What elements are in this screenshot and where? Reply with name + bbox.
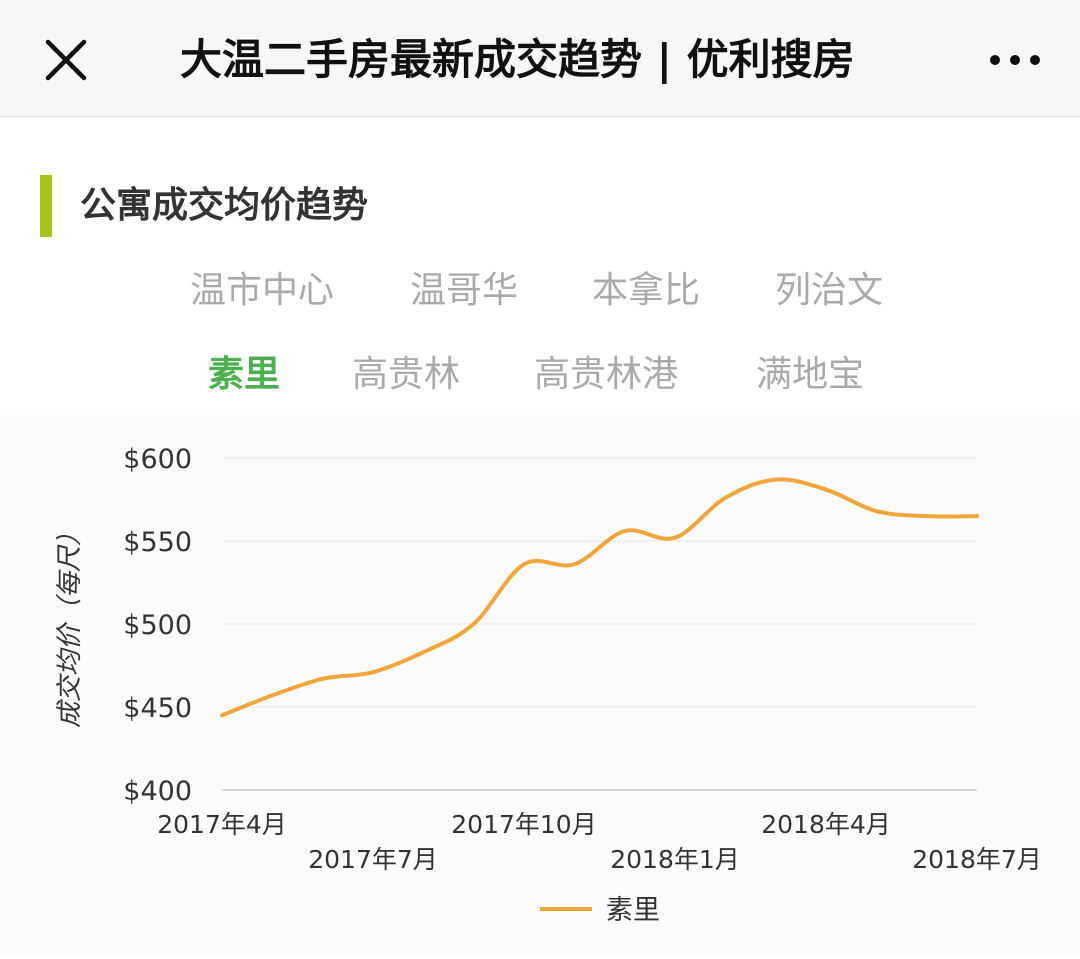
top-navigation-bar: 大温二手房最新成交趋势 | 优利搜房 xyxy=(0,0,1080,117)
line-chart: $400 $450 $500 $550 $600 成交均价（每尺） 2017年4月 2017年… xyxy=(55,444,1042,926)
x-tick-label: 2017年10月 xyxy=(451,810,596,839)
page-title: 大温二手房最新成交趋势 | 优利搜房 xyxy=(180,35,855,84)
region-tab-port-coquitlam[interactable]: 高贵林港 xyxy=(534,350,678,400)
y-tick-label: $400 xyxy=(123,776,192,807)
y-tick-label: $550 xyxy=(123,527,192,558)
y-tick-label: $600 xyxy=(123,444,192,475)
region-tab-richmond[interactable]: 列治文 xyxy=(775,266,883,316)
region-tab-vancouver[interactable]: 温哥华 xyxy=(410,266,518,316)
series-line xyxy=(220,477,979,718)
legend-label: 素里 xyxy=(606,895,660,926)
y-tick-label: $500 xyxy=(123,610,192,641)
more-options-button[interactable] xyxy=(980,30,1050,90)
x-tick-label: 2017年7月 xyxy=(308,845,438,874)
x-tick-label: 2017年4月 xyxy=(157,810,287,839)
x-tick-label: 2018年1月 xyxy=(610,845,740,874)
region-tab-maple-ridge[interactable]: 满地宝 xyxy=(756,350,864,400)
section-accent-bar xyxy=(40,175,52,237)
more-dots-icon xyxy=(990,55,1040,65)
close-button[interactable] xyxy=(36,30,96,90)
x-tick-label: 2018年4月 xyxy=(761,810,891,839)
close-icon xyxy=(45,39,87,81)
x-tick-label: 2018年7月 xyxy=(912,845,1042,874)
region-tab-downtown[interactable]: 温市中心 xyxy=(190,266,334,316)
price-trend-chart: $400 $450 $500 $550 $600 成交均价（每尺） 2017年4月 2017年… xyxy=(0,415,1080,955)
region-tab-surrey[interactable]: 素里 xyxy=(208,350,280,400)
y-axis-title: 成交均价（每尺） xyxy=(55,520,85,728)
region-tab-burnaby[interactable]: 本拿比 xyxy=(592,266,700,316)
region-tab-coquitlam[interactable]: 高贵林 xyxy=(352,350,460,400)
y-tick-label: $450 xyxy=(123,693,192,724)
section-title: 公寓成交均价趋势 xyxy=(80,185,369,226)
